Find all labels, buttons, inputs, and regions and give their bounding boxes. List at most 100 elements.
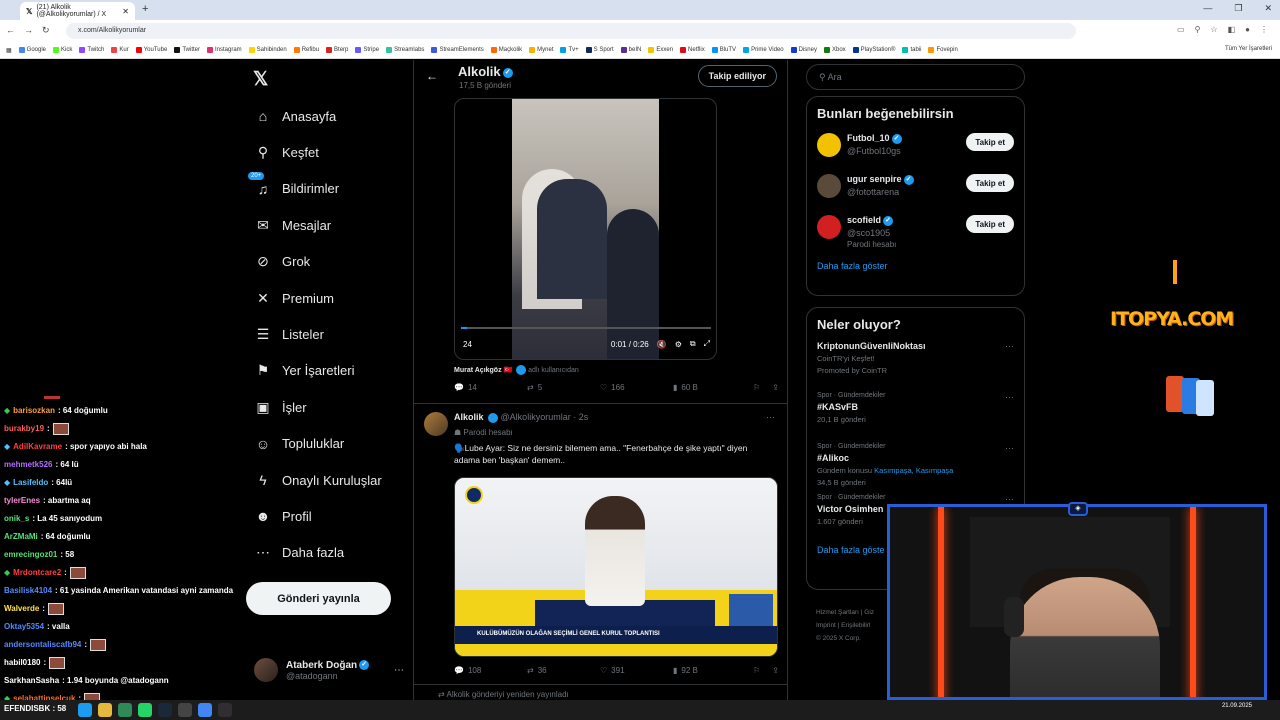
sidebar-item-bookmark[interactable]: ⚑ Yer İşaretleri xyxy=(252,353,382,389)
retweet-button[interactable]: ⇄ 5 xyxy=(527,383,600,392)
browser-tab[interactable]: 𝕏 (21) Alkolik (@Alkolikyorumlar) / X ✕ xyxy=(20,2,135,20)
chat-username[interactable]: andersontaliscafb94 xyxy=(4,636,81,654)
profile-icon[interactable]: ● xyxy=(1245,25,1250,34)
bookmark-item[interactable]: Stripe xyxy=(355,47,379,53)
chat-username[interactable]: Lasifeldo xyxy=(13,474,48,492)
reply-button[interactable]: 💬 108 xyxy=(454,666,527,675)
sidebar-item-grok[interactable]: ⊘ Grok xyxy=(252,244,382,280)
footer-link[interactable]: Hizmet Şartları | Giz xyxy=(816,606,874,619)
install-icon[interactable]: ▭ xyxy=(1177,25,1185,34)
trend-item[interactable]: Spor · Gündemdekiler #Alikoc Gündem konusu… xyxy=(807,443,1024,494)
video-player[interactable]: KULÜBÜMÜZÜN OLAĞAN SEÇİMLİ GENEL KURUL T… xyxy=(454,477,778,657)
bookmark-item[interactable]: Prime Video xyxy=(743,47,784,53)
bookmark-item[interactable]: Tv+ xyxy=(560,47,579,53)
avatar[interactable] xyxy=(817,174,841,198)
star-icon[interactable]: ☆ xyxy=(1210,25,1217,34)
trend-links[interactable]: Kasımpaşa, Kasımpaşa xyxy=(874,466,953,475)
follow-button[interactable]: Takip et xyxy=(966,215,1014,233)
trend-item[interactable]: KriptonunGüvenliNoktası CoinTR'yi Keşfet!… xyxy=(807,341,1024,392)
bookmark-item[interactable]: Netflix xyxy=(680,47,705,53)
back-arrow-icon[interactable]: ← xyxy=(426,69,438,83)
whatsapp-icon[interactable] xyxy=(138,703,152,717)
chat-username[interactable]: mehmetk526 xyxy=(4,456,52,474)
windows-start-icon[interactable] xyxy=(78,703,92,717)
suggested-account[interactable]: Futbol_10 ✓ @Futbol10gs Takip et xyxy=(807,127,1024,168)
footer-link[interactable]: © 2025 X Corp. xyxy=(816,632,874,645)
bookmark-item[interactable]: BluTV xyxy=(711,47,736,53)
chat-username[interactable]: Oktay5354 xyxy=(4,618,44,636)
video-progress[interactable] xyxy=(461,327,711,329)
bookmark-item[interactable]: Mynet xyxy=(529,47,553,53)
close-tab-icon[interactable]: ✕ xyxy=(122,7,129,16)
bookmark-icon[interactable]: ⚐ xyxy=(753,666,760,675)
bookmark-item[interactable]: Fovepin xyxy=(928,47,958,53)
bookmark-item[interactable]: Streamlabs xyxy=(386,47,424,53)
chat-username[interactable]: habil0180 xyxy=(4,654,40,672)
sidebar-item-more-circle[interactable]: ⋯ Daha fazla xyxy=(252,535,382,571)
retweet-button[interactable]: ⇄ 36 xyxy=(527,666,600,675)
share-icon[interactable]: ⇪ xyxy=(772,666,779,675)
suggested-account[interactable]: ugur senpire ✓ @fotottarena Takip et xyxy=(807,168,1024,209)
browser-icon[interactable] xyxy=(198,703,212,717)
apps-grid-icon[interactable]: ▦ xyxy=(6,47,12,54)
close-window-icon[interactable]: ✕ xyxy=(1264,3,1272,14)
sidebar-item-briefcase[interactable]: ▣ İşler xyxy=(252,389,382,425)
maximize-icon[interactable]: ❐ xyxy=(1234,3,1242,14)
app-icon[interactable] xyxy=(118,703,132,717)
bookmark-item[interactable]: beIN xyxy=(620,47,641,53)
tagged-user[interactable]: Murat Açıkgöz 🇹🇷 xyxy=(454,367,512,374)
avatar[interactable] xyxy=(817,133,841,157)
url-input[interactable]: x.com/Alkolikyorumlar xyxy=(66,23,1076,39)
new-tab-icon[interactable]: + xyxy=(142,3,148,15)
avatar[interactable] xyxy=(817,215,841,239)
bookmark-item[interactable]: Kur xyxy=(111,47,129,53)
avatar[interactable] xyxy=(424,412,448,436)
chat-username[interactable]: barisozkan xyxy=(13,402,55,420)
views-button[interactable]: ▮ 60 B xyxy=(673,383,746,392)
chat-username[interactable]: burakby19 xyxy=(4,420,44,438)
bookmark-item[interactable]: Exxen xyxy=(648,47,673,53)
bookmark-item[interactable]: Twitch xyxy=(79,47,104,53)
reply-button[interactable]: 💬 14 xyxy=(454,383,527,392)
sidebar-item-profile[interactable]: ☻ Profil xyxy=(252,498,382,534)
bookmark-item[interactable]: Google xyxy=(18,47,46,53)
like-button[interactable]: ♡ 166 xyxy=(600,383,673,392)
x-logo-icon[interactable]: 𝕏 xyxy=(253,68,268,91)
chat-username[interactable]: AdilKavrame xyxy=(13,438,62,456)
pip-icon[interactable]: ⧉ xyxy=(690,339,696,349)
sidebar-item-lightning[interactable]: ϟ Onaylı Kuruluşlar xyxy=(252,462,381,498)
bookmark-item[interactable]: S Sport xyxy=(585,47,614,53)
bookmark-item[interactable]: Bterp xyxy=(326,47,348,53)
settings-icon[interactable]: ⚙ xyxy=(675,340,682,349)
chat-username[interactable]: tylerEnes xyxy=(4,492,40,510)
steam-icon[interactable] xyxy=(158,703,172,717)
show-more-link[interactable]: Daha fazla göster xyxy=(807,261,1024,271)
bookmark-item[interactable]: Instagram xyxy=(206,47,242,53)
chat-username[interactable]: emrecingoz01 xyxy=(4,546,57,564)
chat-username[interactable]: Walverde xyxy=(4,600,39,618)
bookmark-item[interactable]: PlayStation® xyxy=(852,47,895,53)
sidebar-item-community[interactable]: ☺ Topluluklar xyxy=(252,426,382,462)
footer-link[interactable]: Imprint | Erişilebilirl xyxy=(816,619,874,632)
bookmark-item[interactable]: StreamElements xyxy=(431,47,484,53)
more-icon[interactable]: ⋯ xyxy=(1005,341,1014,352)
chat-username[interactable]: Basilisk4104 xyxy=(4,582,52,600)
tweet-more-icon[interactable]: ⋯ xyxy=(766,412,775,423)
bookmark-item[interactable]: Kick xyxy=(53,47,72,53)
like-button[interactable]: ♡ 391 xyxy=(600,666,673,675)
bookmark-item[interactable]: tabii xyxy=(902,47,921,53)
follow-button[interactable]: Takip et xyxy=(966,174,1014,192)
suggested-account[interactable]: scofield ✓ @sco1905 Takip et Parodi hesabı xyxy=(807,209,1024,257)
mute-icon[interactable]: 🔇 xyxy=(657,340,667,349)
following-button[interactable]: Takip ediliyor xyxy=(697,65,777,87)
zoom-icon[interactable]: ⚲ xyxy=(1195,25,1201,34)
sidebar-item-home[interactable]: ⌂ Anasayfa xyxy=(252,98,382,134)
forward-icon[interactable]: → xyxy=(24,25,33,36)
tweet-author[interactable]: Alkolik xyxy=(454,412,484,422)
chat-username[interactable]: SarkhanSasha xyxy=(4,672,59,690)
bookmark-item[interactable]: Sahibinden xyxy=(248,47,287,53)
file-explorer-icon[interactable] xyxy=(98,703,112,717)
minimize-icon[interactable]: — xyxy=(1203,3,1212,14)
post-button[interactable]: Gönderi yayınla xyxy=(246,582,391,615)
search-input[interactable]: ⚲ Ara xyxy=(806,64,1025,90)
